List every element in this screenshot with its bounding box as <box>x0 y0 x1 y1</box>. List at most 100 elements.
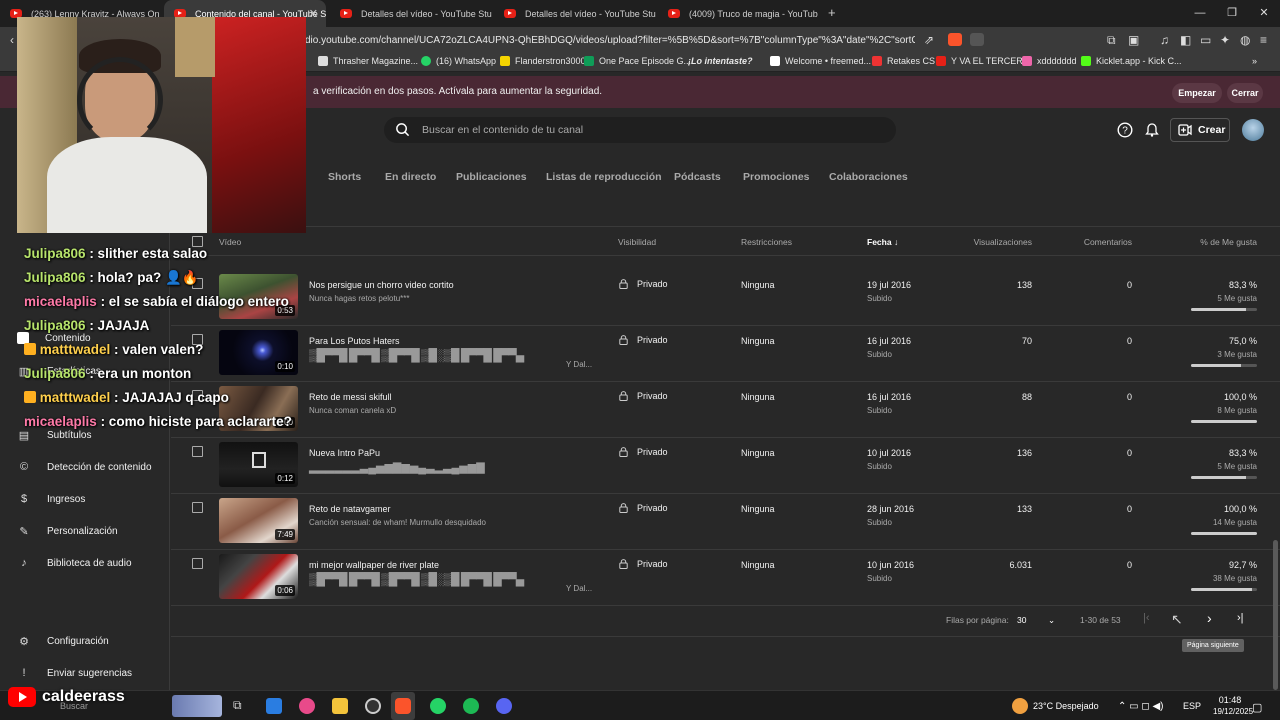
rows-per-page-select[interactable]: 30 <box>1017 615 1026 625</box>
create-button[interactable]: Crear <box>1170 118 1230 142</box>
notifications-tray-icon[interactable]: ▢ <box>1252 701 1262 714</box>
visibility-cell[interactable]: Privado <box>619 279 668 289</box>
video-title[interactable]: Nueva Intro PaPu <box>309 448 380 458</box>
bookmark[interactable]: Kicklet.app - Kick C... <box>1081 56 1182 66</box>
bookmark[interactable]: Retakes CS <box>872 56 935 66</box>
minimize-icon[interactable]: — <box>1184 0 1216 27</box>
task-view-icon[interactable]: ⧉ <box>233 698 249 714</box>
tab-posts[interactable]: Publicaciones <box>456 171 527 183</box>
restore-icon[interactable]: ❐ <box>1216 0 1248 27</box>
clock[interactable]: 01:48 19/12/2025 <box>1213 695 1253 716</box>
header-restrictions[interactable]: Restricciones <box>741 237 792 247</box>
weather-text[interactable]: 23°C Despejado <box>1033 701 1099 711</box>
extensions-icon[interactable]: ⧉ <box>1107 33 1116 48</box>
tab-collaborations[interactable]: Colaboraciones <box>829 171 908 183</box>
video-thumbnail[interactable]: 0:10 <box>219 330 298 375</box>
store-icon[interactable] <box>266 698 282 714</box>
dismiss-button[interactable]: Cerrar <box>1227 83 1263 103</box>
spotify-icon[interactable] <box>463 698 479 714</box>
bookmark[interactable]: ¡Lo intentaste? <box>688 56 753 66</box>
leo-icon[interactable]: ✦ <box>1220 33 1230 47</box>
video-thumbnail[interactable]: 0:06 <box>219 554 298 599</box>
avatar[interactable] <box>1242 119 1264 141</box>
file-explorer-icon[interactable] <box>332 698 348 714</box>
video-title[interactable]: Reto de natavgamer <box>309 504 391 514</box>
search-highlight-icon[interactable] <box>172 695 222 717</box>
search-input[interactable]: Buscar en el contenido de tu canal <box>384 117 896 143</box>
tray-icons[interactable]: ⌃ ▭ ◻ ◀) <box>1118 701 1163 712</box>
video-thumbnail[interactable]: 0:12 <box>219 442 298 487</box>
notifications-icon[interactable] <box>1144 122 1160 138</box>
tab-shorts[interactable]: Shorts <box>328 171 361 183</box>
video-title[interactable]: Para Los Putos Haters <box>309 336 400 346</box>
rewards-icon[interactable] <box>970 33 984 46</box>
first-page-icon[interactable]: |‹ <box>1143 612 1150 624</box>
table-row[interactable]: 0:06 mi mejor wallpaper de river plate ▒… <box>171 550 1280 606</box>
bookmark[interactable]: Y VA EL TERCERO <box>936 56 1030 66</box>
header-comments[interactable]: Comentarios <box>1084 237 1132 247</box>
help-icon[interactable]: ? <box>1117 122 1133 138</box>
table-row[interactable]: 3:00 Reto de messi skifull Nunca coman c… <box>171 382 1280 438</box>
bookmark[interactable]: One Pace Episode G... <box>584 56 691 66</box>
brave-shield-icon[interactable] <box>948 33 962 46</box>
tab-playlists[interactable]: Listas de reproducción <box>546 171 662 183</box>
close-tab-icon[interactable]: ✕ <box>309 7 318 20</box>
last-page-icon[interactable]: ›| <box>1237 612 1244 624</box>
screenshot-icon[interactable]: ▣ <box>1128 33 1139 47</box>
header-likes[interactable]: % de Me gusta <box>1200 237 1257 247</box>
sidebar-item-settings[interactable]: ⚙ Configuración <box>17 634 109 648</box>
back-icon[interactable]: ‹ <box>10 33 14 47</box>
header-visibility[interactable]: Visibilidad <box>618 237 656 247</box>
video-title[interactable]: Reto de messi skifull <box>309 392 392 402</box>
browser-tab[interactable]: (4009) Truco de magia - YouTube <box>658 0 818 27</box>
browser-tab[interactable]: Detalles del vídeo - YouTube Studio <box>330 0 492 27</box>
table-row[interactable]: 0:10 Para Los Putos Haters ▒█▀▀█ █▀▀█ ▒█… <box>171 326 1280 382</box>
whatsapp-taskbar-icon[interactable] <box>430 698 446 714</box>
start-button[interactable]: Empezar <box>1172 83 1222 103</box>
url-field[interactable]: dio.youtube.com/channel/UCA72oZLCA4UPN3-… <box>305 35 915 46</box>
visibility-cell[interactable]: Privado <box>619 391 668 401</box>
table-row[interactable]: 7:49 Reto de natavgamer Canción sensual:… <box>171 494 1280 550</box>
brave-active-icon[interactable] <box>391 692 415 720</box>
bookmark[interactable]: Thrasher Magazine... <box>318 56 418 66</box>
share-icon[interactable]: ⇗ <box>924 33 934 47</box>
video-thumbnail[interactable]: 7:49 <box>219 498 298 543</box>
vpn-icon[interactable]: ◍ <box>1240 33 1250 47</box>
close-window-icon[interactable]: ✕ <box>1248 0 1280 27</box>
table-row[interactable]: 0:12 Nueva Intro PaPu ▂▂▂▂▂▂▃▄▅▆▇▆▅▄▃▂▃▄… <box>171 438 1280 494</box>
header-date[interactable]: Fecha ↓ <box>867 237 898 247</box>
new-tab-icon[interactable]: + <box>828 5 836 20</box>
sidebar-toggle-icon[interactable]: ◧ <box>1180 33 1191 47</box>
tab-promotions[interactable]: Promociones <box>743 171 810 183</box>
browser-tab[interactable]: Detalles del vídeo - YouTube Studio <box>494 0 656 27</box>
visibility-cell[interactable]: Privado <box>619 503 668 513</box>
header-views[interactable]: Visualizaciones <box>974 237 1032 247</box>
menu-icon[interactable]: ≡ <box>1260 33 1267 47</box>
row-checkbox[interactable] <box>192 502 203 513</box>
bookmark[interactable]: (16) WhatsApp <box>421 56 496 66</box>
tab-live[interactable]: En directo <box>385 171 436 183</box>
row-checkbox[interactable] <box>192 558 203 569</box>
sidebar-item-earn[interactable]: $ Ingresos <box>17 492 85 506</box>
bookmark[interactable]: Welcome • freemed... <box>770 56 871 66</box>
tab-podcasts[interactable]: Pódcasts <box>674 171 721 183</box>
sidebar-item-customization[interactable]: ✎ Personalización <box>17 524 117 538</box>
row-checkbox[interactable] <box>192 446 203 457</box>
language-indicator[interactable]: ESP <box>1183 701 1201 711</box>
sidebar-item-copyright[interactable]: © Detección de contenido <box>17 460 152 474</box>
table-row[interactable]: 0:53 Nos persigue un chorro video cortit… <box>171 270 1280 326</box>
video-title[interactable]: mi mejor wallpaper de river plate <box>309 560 439 570</box>
steam-icon[interactable] <box>365 698 381 714</box>
more-bookmarks-icon[interactable]: » <box>1252 56 1257 66</box>
sidebar-item-audio-library[interactable]: ♪ Biblioteca de audio <box>17 556 131 570</box>
sidebar-item-subtitles[interactable]: ▤ Subtítulos <box>17 428 92 442</box>
visibility-cell[interactable]: Privado <box>619 447 668 457</box>
app-icon[interactable] <box>299 698 315 714</box>
discord-icon[interactable] <box>496 698 512 714</box>
bookmark[interactable]: Flanderstron3000 <box>500 56 586 66</box>
video-title[interactable]: Nos persigue un chorro video cortito <box>309 280 454 290</box>
wallet-icon[interactable]: ▭ <box>1200 33 1211 47</box>
bookmark[interactable]: xddddddd <box>1022 56 1077 66</box>
chevron-down-icon[interactable]: ⌄ <box>1048 615 1055 626</box>
scrollbar[interactable] <box>1273 540 1278 690</box>
